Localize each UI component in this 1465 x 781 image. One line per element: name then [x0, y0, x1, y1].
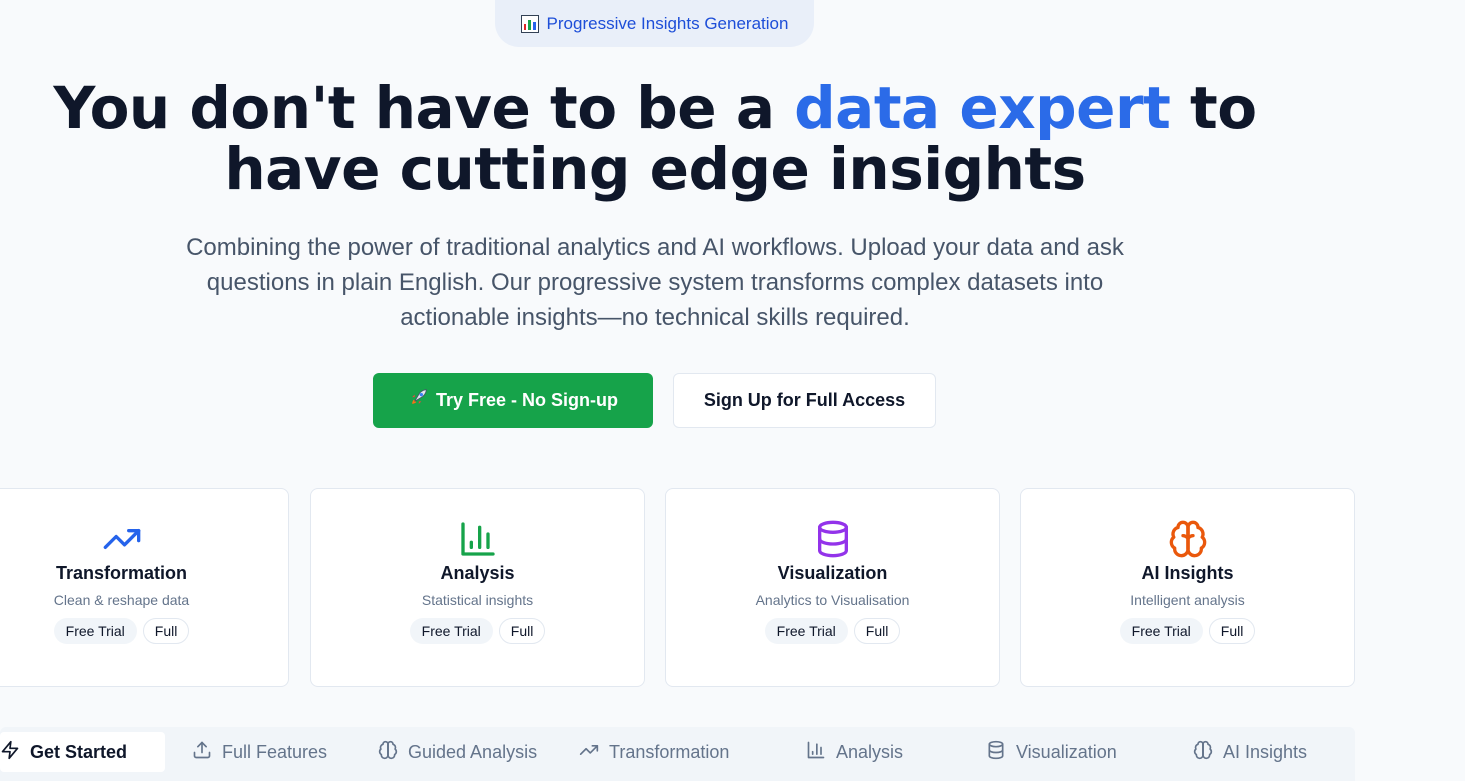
feature-desc: Statistical insights	[421, 592, 534, 608]
brain-icon	[378, 740, 398, 765]
feature-title: Analysis	[440, 563, 515, 583]
trending-up-icon	[579, 740, 599, 765]
tab-analysis[interactable]: Analysis	[806, 732, 903, 772]
full-badge: Full	[498, 618, 546, 644]
tab-visualization[interactable]: Visualization	[986, 732, 1117, 772]
tab-guided-analysis[interactable]: Guided Analysis	[378, 732, 537, 772]
brain-icon	[1168, 519, 1208, 559]
headline-highlight: data expert	[794, 74, 1171, 142]
feature-card-transformation[interactable]: Transformation Clean & reshape data Free…	[0, 488, 289, 687]
trending-up-icon	[102, 519, 142, 559]
badge-label: Progressive Insights Generation	[546, 13, 789, 33]
sign-up-button[interactable]: Sign Up for Full Access	[673, 373, 936, 428]
tab-ai-insights[interactable]: AI Insights	[1193, 732, 1307, 772]
tab-label: AI Insights	[1223, 741, 1308, 762]
full-badge: Full	[142, 618, 190, 644]
tab-label: Visualization	[1016, 741, 1117, 762]
tab-transformation[interactable]: Transformation	[579, 732, 729, 772]
feature-desc: Clean & reshape data	[53, 592, 190, 608]
bar-chart-emoji-icon	[520, 14, 539, 33]
feature-badge: Progressive Insights Generation	[495, 0, 814, 47]
feature-card-ai-insights[interactable]: AI Insights Intelligent analysis Free Tr…	[1020, 488, 1355, 687]
bar-chart-icon	[806, 740, 826, 765]
hero-headline: You don't have to be a data expert to ha…	[0, 78, 1310, 200]
tab-label: Analysis	[836, 741, 904, 762]
tab-label: Transformation	[609, 741, 730, 762]
full-badge: Full	[1208, 618, 1256, 644]
feature-title: Transformation	[55, 563, 188, 583]
tab-full-features[interactable]: Full Features	[192, 732, 327, 772]
free-trial-badge: Free Trial	[764, 618, 848, 644]
free-trial-badge: Free Trial	[1119, 618, 1203, 644]
hero-subtitle: Combining the power of traditional analy…	[186, 234, 1124, 331]
tab-label: Get Started	[30, 741, 128, 762]
try-free-label: Try Free - No Sign-up	[435, 390, 618, 410]
feature-card-visualization[interactable]: Visualization Analytics to Visualisation…	[665, 488, 1000, 687]
tab-label: Full Features	[222, 741, 328, 762]
feature-desc: Analytics to Visualisation	[755, 592, 910, 608]
feature-desc: Intelligent analysis	[1130, 592, 1245, 608]
zap-icon	[0, 740, 20, 765]
free-trial-badge: Free Trial	[53, 618, 137, 644]
feature-title: Visualization	[777, 563, 888, 583]
upload-icon	[192, 740, 212, 765]
feature-title: AI Insights	[1141, 563, 1234, 583]
feature-card-analysis[interactable]: Analysis Statistical insights Free Trial…	[310, 488, 645, 687]
rocket-icon	[408, 388, 428, 413]
headline-part1: You don't have to be a	[53, 74, 795, 142]
tab-bar: Get Started Full Features Guided Analysi…	[0, 727, 1355, 781]
tab-label: Guided Analysis	[408, 741, 538, 762]
try-free-button[interactable]: Try Free - No Sign-up	[373, 373, 653, 428]
brain-icon	[1193, 740, 1213, 765]
database-icon	[813, 519, 853, 559]
tab-get-started[interactable]: Get Started	[0, 732, 166, 772]
free-trial-badge: Free Trial	[409, 618, 493, 644]
full-badge: Full	[853, 618, 901, 644]
bar-chart-icon	[458, 519, 498, 559]
database-icon	[986, 740, 1006, 765]
